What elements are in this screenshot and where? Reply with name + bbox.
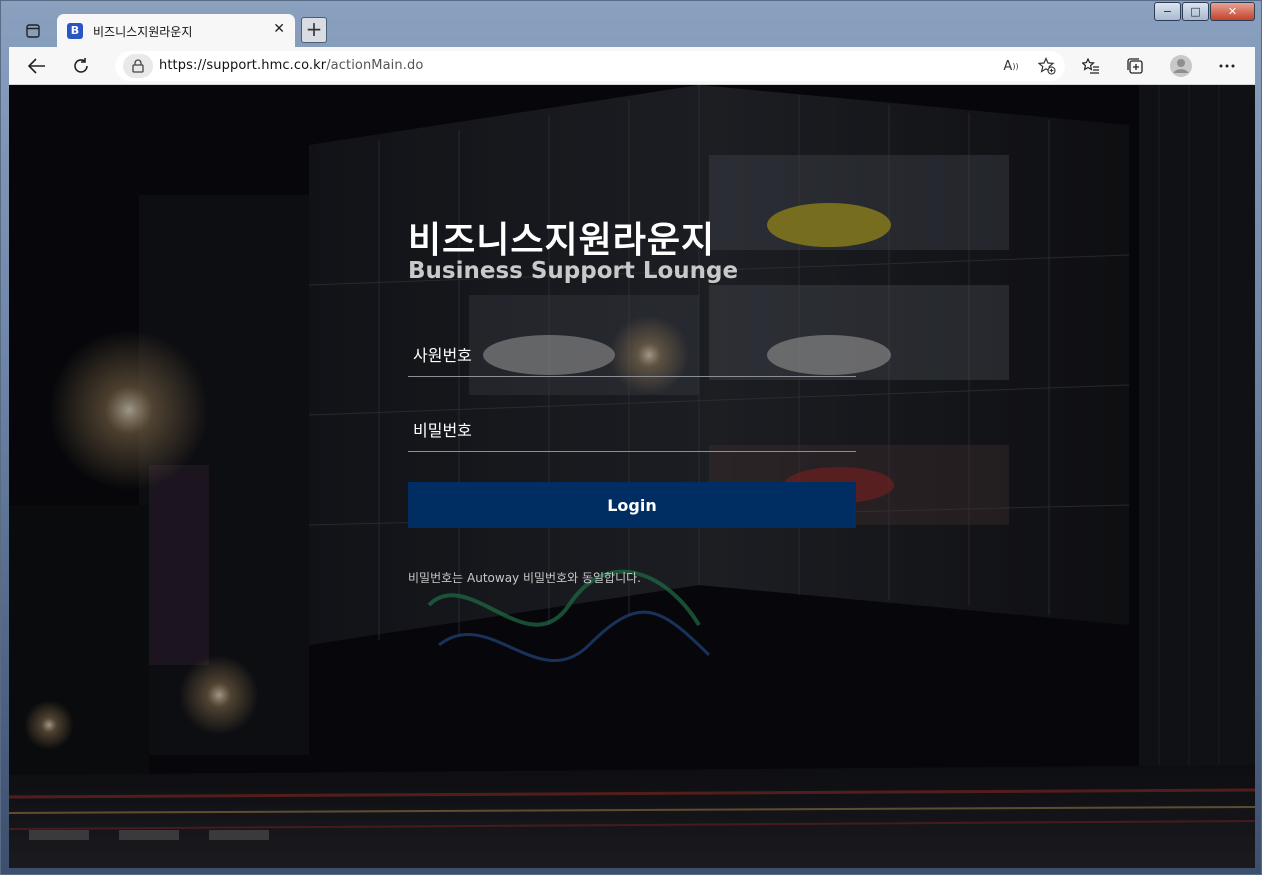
new-tab-button[interactable]: + <box>301 17 327 43</box>
employee-id-field-wrap <box>408 334 856 377</box>
password-notice: 비밀번호는 Autoway 비밀번호와 동일합니다. <box>408 571 641 585</box>
maximize-button[interactable]: □ <box>1182 2 1209 21</box>
add-favorite-icon[interactable] <box>1035 55 1059 77</box>
password-input[interactable] <box>408 409 856 451</box>
collections-icon[interactable] <box>1121 53 1149 79</box>
site-favicon-icon: B <box>67 23 83 39</box>
url-host: https://support.hmc.co.kr <box>159 58 327 73</box>
minimize-button[interactable]: − <box>1154 2 1181 21</box>
back-arrow-icon[interactable] <box>23 53 51 79</box>
close-window-button[interactable]: ✕ <box>1210 2 1255 21</box>
read-aloud-icon[interactable]: A)) <box>999 55 1023 77</box>
url-path: /actionMain.do <box>326 58 424 73</box>
page-title: 비즈니스지원라운지 <box>408 220 716 261</box>
url-text[interactable]: https://support.hmc.co.kr/actionMain.do <box>159 58 423 73</box>
more-menu-icon[interactable] <box>1213 53 1241 79</box>
tab-close-icon[interactable]: ✕ <box>273 21 285 37</box>
lock-icon[interactable] <box>123 54 153 78</box>
browser-toolbar: https://support.hmc.co.kr/actionMain.do … <box>9 47 1255 85</box>
page-subtitle: Business Support Lounge <box>408 258 739 284</box>
employee-id-input[interactable] <box>408 334 856 376</box>
city-night-background <box>9 85 1255 868</box>
page-viewport: 비즈니스지원라운지 Business Support Lounge Login … <box>9 85 1255 868</box>
profile-avatar-icon[interactable] <box>1167 53 1195 79</box>
favorites-icon[interactable] <box>1077 53 1105 79</box>
tab-actions-icon[interactable] <box>19 19 47 43</box>
browser-tab[interactable]: B 비즈니스지원라운지 ✕ <box>57 14 295 47</box>
refresh-icon[interactable] <box>67 53 95 79</box>
browser-window: B 비즈니스지원라운지 ✕ + − □ ✕ https://support.hm… <box>0 0 1262 875</box>
tab-strip: B 비즈니스지원라운지 ✕ + − □ ✕ <box>1 1 1261 47</box>
window-controls: − □ ✕ <box>1153 2 1255 21</box>
login-button[interactable]: Login <box>408 482 856 528</box>
tab-title: 비즈니스지원라운지 <box>93 25 193 39</box>
address-bar[interactable]: https://support.hmc.co.kr/actionMain.do … <box>115 51 1065 81</box>
password-field-wrap <box>408 409 856 452</box>
